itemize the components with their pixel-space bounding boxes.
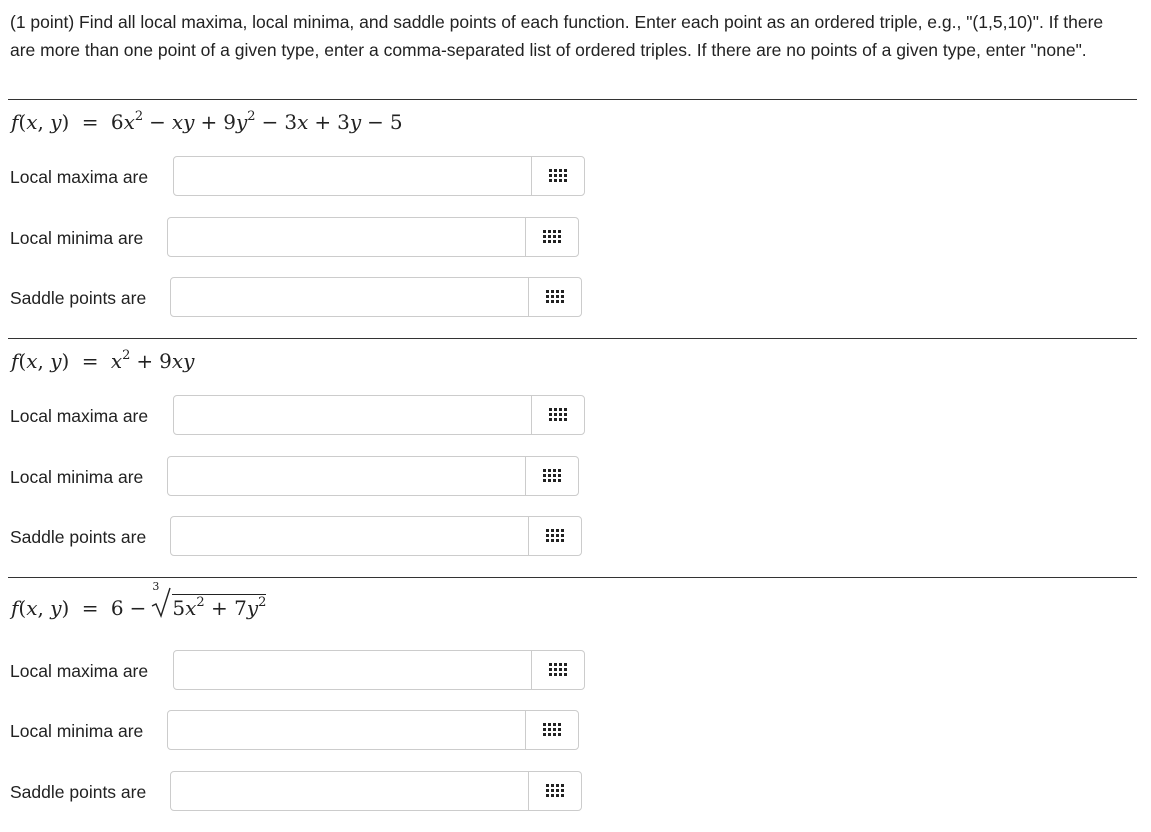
divider bbox=[8, 99, 1137, 100]
grid-icon bbox=[549, 408, 567, 422]
grid-icon bbox=[543, 230, 561, 244]
equation-editor-button[interactable] bbox=[531, 651, 584, 689]
field-label: Saddle points are bbox=[10, 527, 147, 547]
local-minima-input-2[interactable] bbox=[168, 457, 526, 495]
divider bbox=[8, 338, 1137, 339]
equation-editor-button[interactable] bbox=[528, 278, 581, 316]
equation-editor-button[interactable] bbox=[525, 218, 578, 256]
answer-field bbox=[173, 650, 585, 690]
local-minima-input-1[interactable] bbox=[168, 218, 526, 256]
grid-icon bbox=[543, 723, 561, 737]
problem-instructions: (1 point) Find all local maxima, local m… bbox=[10, 12, 1104, 60]
field-label: Local maxima are bbox=[10, 167, 149, 187]
equation-editor-button[interactable] bbox=[528, 517, 581, 555]
answer-field bbox=[173, 395, 585, 435]
grid-icon bbox=[546, 290, 564, 304]
equation-editor-button[interactable] bbox=[528, 772, 581, 810]
function-formula-2: f(x, y) = x2 +9xy bbox=[11, 348, 195, 373]
grid-icon bbox=[546, 529, 564, 543]
field-label: Local minima are bbox=[10, 467, 144, 487]
answer-field bbox=[170, 516, 582, 556]
local-maxima-input-3[interactable] bbox=[174, 651, 532, 689]
divider bbox=[8, 577, 1137, 578]
equation-editor-button[interactable] bbox=[531, 157, 584, 195]
answer-field bbox=[167, 217, 579, 257]
field-label: Saddle points are bbox=[10, 782, 147, 802]
cube-root: 3 5x2 + 7y2 bbox=[152, 580, 267, 620]
grid-icon bbox=[549, 663, 567, 677]
function-formula-1: f(x, y) = 6x2− xy +9y2−3x +3y −5 bbox=[11, 109, 403, 134]
answer-field bbox=[167, 710, 579, 750]
field-label: Local minima are bbox=[10, 228, 144, 248]
answer-field bbox=[170, 277, 582, 317]
answer-field bbox=[167, 456, 579, 496]
saddle-points-input-3[interactable] bbox=[171, 772, 529, 810]
local-maxima-input-1[interactable] bbox=[174, 157, 532, 195]
field-label: Saddle points are bbox=[10, 288, 147, 308]
answer-field bbox=[173, 156, 585, 196]
grid-icon bbox=[549, 169, 567, 183]
function-formula-3: f(x, y) = 6−3 5x2 + 7y2 bbox=[11, 580, 267, 620]
answer-field bbox=[170, 771, 582, 811]
equation-editor-button[interactable] bbox=[525, 711, 578, 749]
equation-editor-button[interactable] bbox=[525, 457, 578, 495]
field-label: Local minima are bbox=[10, 721, 144, 741]
local-maxima-input-2[interactable] bbox=[174, 396, 532, 434]
equation-editor-button[interactable] bbox=[531, 396, 584, 434]
grid-icon bbox=[546, 784, 564, 798]
field-label: Local maxima are bbox=[10, 406, 149, 426]
field-label: Local maxima are bbox=[10, 661, 149, 681]
saddle-points-input-1[interactable] bbox=[171, 278, 529, 316]
grid-icon bbox=[543, 469, 561, 483]
saddle-points-input-2[interactable] bbox=[171, 517, 529, 555]
local-minima-input-3[interactable] bbox=[168, 711, 526, 749]
